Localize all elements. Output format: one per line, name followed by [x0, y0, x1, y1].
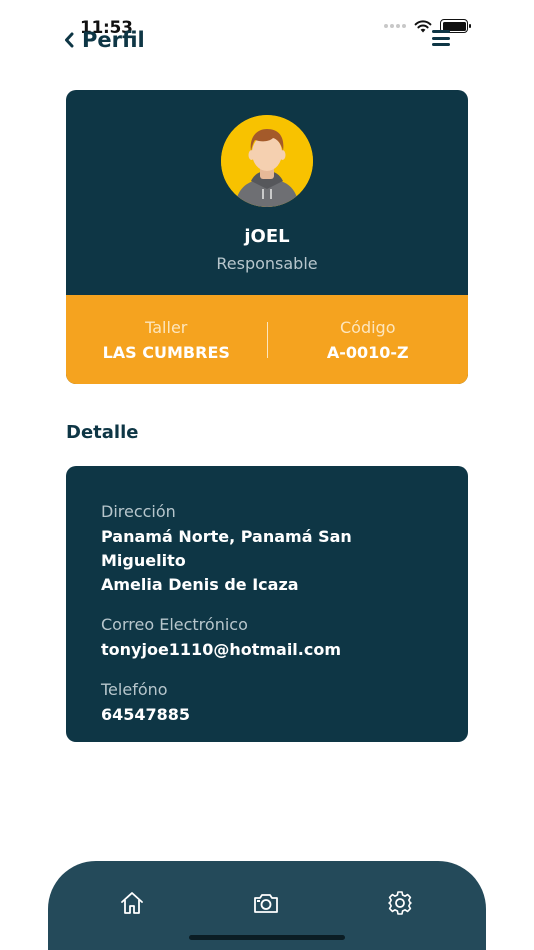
stat-label: Código [339, 317, 396, 337]
address-label: Dirección [101, 502, 176, 521]
detail-section-title: Detalle [66, 422, 139, 443]
email-label: Correo Electrónico [101, 615, 248, 634]
back-button[interactable]: Perfil [64, 28, 145, 52]
stat-label: Taller [145, 317, 188, 337]
profile-card: jOEL Responsable Taller LAS CUMBRES Códi… [66, 90, 468, 384]
stat-codigo: Código A-0010-Z [268, 318, 469, 362]
phone-block: Telefóno 64547885 [101, 680, 433, 727]
stat-value: A-0010-Z [326, 342, 409, 362]
email-value: tonyjoe1110@hotmail.com [101, 640, 342, 659]
menu-button[interactable] [432, 30, 450, 46]
page-title: Perfil [82, 28, 145, 52]
signal-icon [384, 24, 406, 28]
tab-camera[interactable] [251, 888, 281, 918]
email-block: Correo Electrónico tonyjoe1110@hotmail.c… [101, 615, 433, 662]
tab-settings[interactable] [385, 888, 415, 918]
address-line-1: Panamá Norte, Panamá San Miguelito [101, 527, 352, 570]
address-block: Dirección Panamá Norte, Panamá San Migue… [101, 502, 433, 597]
gear-icon [388, 891, 412, 915]
phone-value: 64547885 [101, 705, 191, 724]
bottom-tab-bar [48, 861, 486, 950]
profile-name: jOEL [244, 226, 290, 247]
chevron-left-icon [65, 32, 74, 48]
stat-value: LAS CUMBRES [102, 342, 230, 362]
avatar-illustration [221, 115, 313, 207]
stat-taller: Taller LAS CUMBRES [66, 318, 267, 362]
phone-label: Telefóno [101, 680, 168, 699]
detail-card: Dirección Panamá Norte, Panamá San Migue… [66, 466, 468, 742]
profile-stats: Taller LAS CUMBRES Código A-0010-Z [66, 295, 468, 384]
home-indicator [189, 935, 345, 940]
avatar [221, 115, 313, 207]
address-line-2: Amelia Denis de Icaza [101, 575, 299, 594]
wifi-icon [414, 20, 432, 33]
profile-role: Responsable [216, 254, 318, 273]
profile-header: jOEL Responsable [66, 90, 468, 295]
status-indicators [384, 19, 471, 33]
menu-icon [432, 30, 450, 33]
home-icon [121, 892, 143, 914]
camera-icon [254, 894, 278, 913]
tab-home[interactable] [117, 888, 147, 918]
